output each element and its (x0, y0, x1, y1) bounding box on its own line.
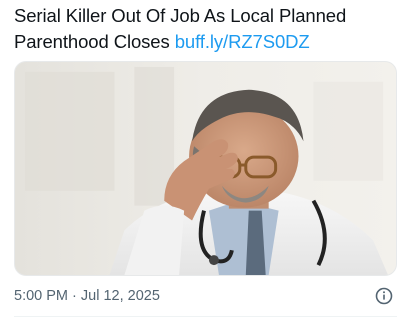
tweet-text: Serial Killer Out Of Job As Local Planne… (14, 3, 399, 55)
info-circle-icon[interactable] (375, 287, 393, 305)
tweet-timestamp[interactable]: 5:00 PM · Jul 12, 2025 (14, 288, 160, 304)
tweet-media-photo[interactable] (14, 61, 397, 276)
doctor-photo (15, 62, 396, 275)
tweet-card: Serial Killer Out Of Job As Local Planne… (0, 0, 409, 317)
tweet-link[interactable]: buff.ly/RZ7S0DZ (175, 31, 310, 52)
